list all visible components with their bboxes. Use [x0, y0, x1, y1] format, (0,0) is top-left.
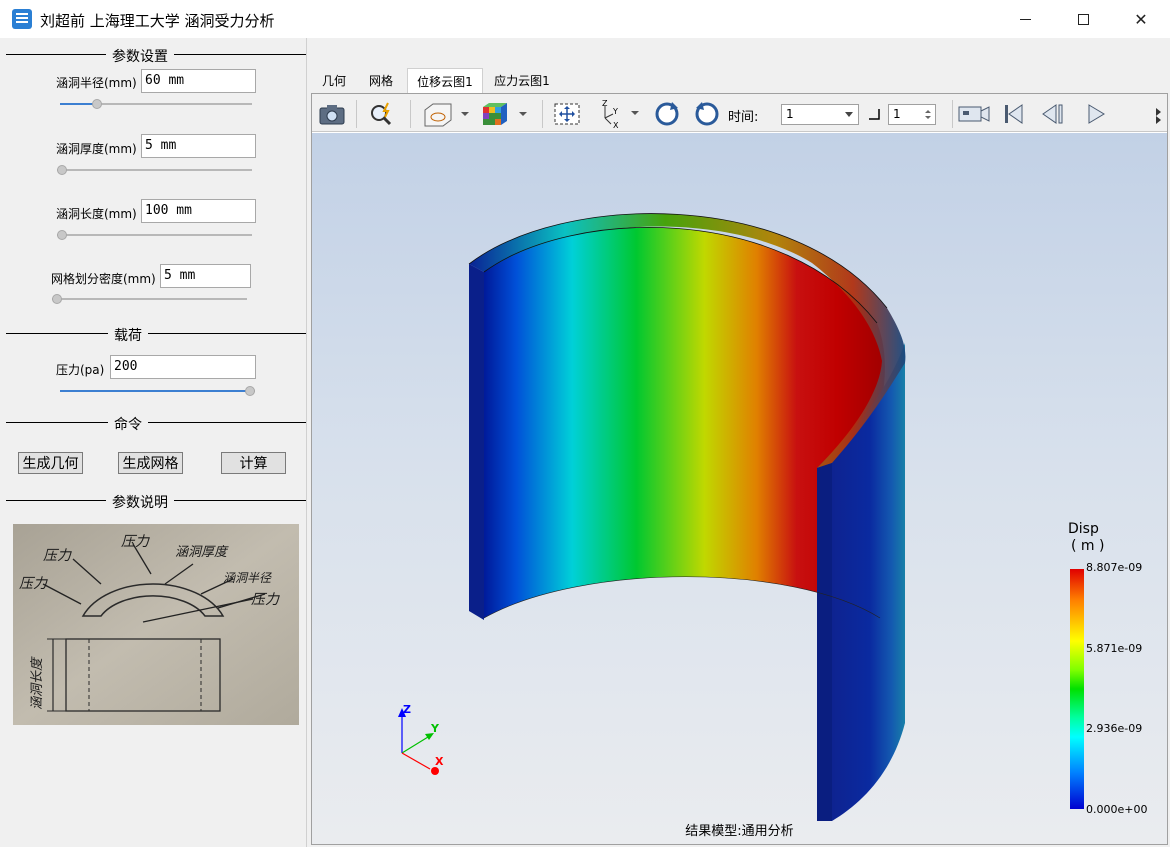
time-label: 时间: — [728, 110, 759, 125]
step-spinbox-value: 1 — [893, 107, 901, 121]
generate-mesh-button[interactable]: 生成网格 — [118, 452, 183, 474]
length-slider[interactable] — [57, 229, 252, 241]
command-group-title: 命令 — [108, 414, 148, 434]
orientation-axes: Z Y X — [398, 703, 444, 775]
legend-tick: 2.936e-09 — [1086, 722, 1143, 735]
viewer-toolbar: ZYX 时间: 1 1 — [312, 94, 1167, 132]
sketch-drawing: 压力 压力 涵洞厚度 压力 涵洞半径 压力 涵洞长度 — [13, 524, 299, 725]
tab-displacement[interactable]: 位移云图1 — [407, 68, 483, 93]
time-select-value: 1 — [786, 107, 794, 121]
mesh-density-label: 网格划分密度(mm) — [51, 272, 156, 286]
length-slider-handle[interactable] — [57, 230, 67, 240]
minimize-icon — [1019, 18, 1031, 20]
axis-x-label: X — [435, 755, 444, 768]
axes-icon[interactable]: ZYX — [594, 100, 642, 128]
sketch-label: 涵洞长度 — [30, 656, 45, 710]
mesh-density-input[interactable]: 5 mm — [160, 264, 251, 288]
legend-tick-max: 8.807e-09 — [1086, 561, 1143, 574]
svg-text:Z: Z — [602, 100, 608, 108]
camera-icon[interactable] — [316, 100, 348, 128]
pressure-input[interactable]: 200 — [110, 355, 256, 379]
maximize-icon — [1077, 13, 1089, 25]
param-group-header: 参数设置 — [6, 46, 306, 66]
sketch-label: 压力 — [19, 576, 48, 592]
maximize-button[interactable] — [1060, 0, 1106, 38]
radius-input[interactable]: 60 mm — [141, 69, 256, 93]
app-logo-icon — [12, 9, 32, 29]
previous-frame-icon[interactable] — [1038, 100, 1068, 128]
time-select[interactable]: 1 — [781, 104, 859, 125]
record-icon[interactable] — [956, 100, 992, 128]
thickness-slider[interactable] — [57, 164, 252, 176]
thickness-input[interactable]: 5 mm — [141, 134, 256, 158]
mesh-density-slider-handle[interactable] — [52, 294, 62, 304]
close-icon: ✕ — [1134, 9, 1148, 29]
chevron-down-icon — [845, 112, 853, 117]
description-group-header: 参数说明 — [6, 492, 306, 512]
tab-stress[interactable]: 应力云图1 — [487, 68, 557, 93]
svg-text:Y: Y — [612, 107, 618, 116]
parameter-panel: 参数设置 涵洞半径(mm) 60 mm 涵洞厚度(mm) 5 mm 涵洞长度(m… — [0, 38, 307, 847]
length-label: 涵洞长度(mm) — [56, 207, 137, 221]
sketch-label: 压力 — [121, 534, 150, 550]
axis-y-label: Y — [430, 722, 440, 735]
mesh-density-slider[interactable] — [52, 293, 247, 305]
parameter-sketch-image: 压力 压力 涵洞厚度 压力 涵洞半径 压力 涵洞长度 — [13, 524, 299, 725]
color-cube-icon[interactable] — [478, 100, 530, 128]
generate-geometry-button[interactable]: 生成几何 — [18, 452, 83, 474]
axis-z-label: Z — [403, 703, 411, 716]
magnifier-icon[interactable] — [366, 100, 400, 128]
title-bar: 刘超前 上海理工大学 涵洞受力分析 ✕ — [0, 0, 1170, 38]
description-group-title: 参数说明 — [106, 492, 174, 512]
color-legend-bar — [1070, 569, 1084, 809]
pressure-label: 压力(pa) — [56, 363, 105, 377]
radius-slider-handle[interactable] — [92, 99, 102, 109]
pressure-slider[interactable] — [60, 385, 255, 397]
thickness-label: 涵洞厚度(mm) — [56, 142, 137, 156]
first-frame-icon[interactable] — [998, 100, 1028, 128]
command-group-header: 命令 — [6, 414, 306, 434]
legend-unit: ( m ) — [1071, 538, 1105, 554]
svg-text:X: X — [613, 121, 619, 128]
tab-mesh[interactable]: 网格 — [357, 68, 405, 93]
window-title: 刘超前 上海理工大学 涵洞受力分析 — [40, 12, 275, 30]
minimize-button[interactable] — [1002, 0, 1048, 38]
result-viewport[interactable]: Z Y X Disp ( m ) 8.807e-09 5.871e-09 2.9… — [312, 133, 1167, 844]
rotate-ccw-icon[interactable] — [690, 100, 724, 128]
close-button[interactable]: ✕ — [1118, 0, 1164, 38]
sketch-label: 压力 — [251, 592, 280, 608]
legend-tick-min: 0.000e+00 — [1086, 803, 1148, 816]
legend-tick: 5.871e-09 — [1086, 642, 1143, 655]
step-spinbox[interactable]: 1 — [888, 104, 936, 125]
radius-slider[interactable] — [60, 98, 252, 110]
param-group-title: 参数设置 — [106, 46, 174, 66]
compute-button[interactable]: 计算 — [221, 452, 286, 474]
play-icon[interactable] — [1082, 100, 1110, 128]
load-group-header: 载荷 — [6, 325, 306, 345]
fit-view-icon[interactable] — [550, 100, 584, 128]
pressure-slider-handle[interactable] — [245, 386, 255, 396]
sketch-label: 涵洞厚度 — [175, 545, 229, 560]
thickness-slider-handle[interactable] — [57, 165, 67, 175]
radius-label: 涵洞半径(mm) — [56, 76, 137, 90]
sketch-label: 涵洞半径 — [223, 571, 272, 585]
legend-title: Disp — [1068, 521, 1099, 537]
sketch-label: 压力 — [43, 548, 72, 564]
toolbar-overflow-icon[interactable] — [1152, 100, 1166, 128]
tab-geometry[interactable]: 几何 — [311, 68, 357, 93]
result-model-caption: 结果模型:通用分析 — [685, 824, 794, 839]
rotate-cw-icon[interactable] — [650, 100, 684, 128]
length-input[interactable]: 100 mm — [141, 199, 256, 223]
step-corner-icon — [866, 106, 882, 122]
display-mode-icon[interactable] — [420, 100, 470, 128]
load-group-title: 载荷 — [108, 325, 148, 345]
